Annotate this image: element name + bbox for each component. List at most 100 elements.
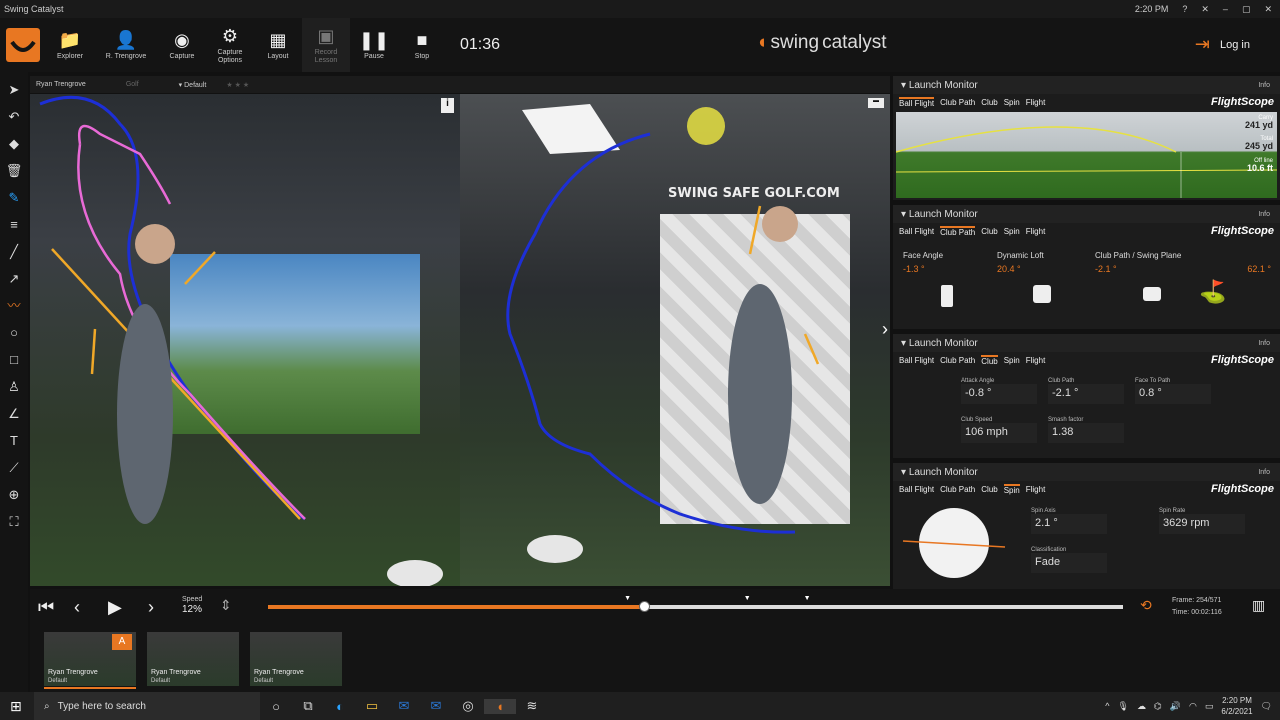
wifi-icon[interactable]: ◠ <box>1189 701 1197 712</box>
timeline-knob[interactable] <box>639 601 651 612</box>
tab-club-path[interactable]: Club Path <box>940 485 975 494</box>
user-button[interactable]: 👤 R. Trengrove <box>94 18 158 72</box>
play-icon[interactable]: ▶ <box>108 597 122 618</box>
tab-flight[interactable]: Flight <box>1026 227 1046 236</box>
tray-chevron-icon[interactable]: ^ <box>1105 701 1109 711</box>
tab-club-path[interactable]: Club Path <box>940 356 975 365</box>
crop-tool-icon[interactable]: ⛶ <box>9 512 18 531</box>
tab-flight[interactable]: Flight <box>1026 98 1046 107</box>
panel-info-button[interactable]: Info <box>1258 340 1270 347</box>
taskbar-clock[interactable]: 2:20 PM 6/2/2021 <box>1221 695 1252 717</box>
app-logo[interactable] <box>0 18 46 72</box>
timeline-marker[interactable]: ▼ <box>804 595 811 602</box>
layout-button[interactable]: ▦ Layout <box>254 18 302 72</box>
tab-ball-flight[interactable]: Ball Flight <box>899 227 934 236</box>
tab-club-path[interactable]: Club Path <box>940 225 976 237</box>
tab-spin[interactable]: Spin <box>1004 227 1020 236</box>
video-info-icon[interactable]: i <box>441 98 454 113</box>
dell-icon[interactable]: ◎ <box>452 698 484 714</box>
timeline-scrubber[interactable]: ▼ ▼ ▼ <box>268 595 1123 612</box>
maximize-button[interactable]: ▢ <box>1242 4 1251 15</box>
profile-dropdown[interactable]: ▾ Default <box>179 81 207 89</box>
swing-catalyst-taskbar-icon[interactable]: ◖ <box>484 698 516 714</box>
minimize-button[interactable]: – <box>1223 4 1228 14</box>
mail-icon[interactable]: ✉ <box>420 698 452 714</box>
edge-icon[interactable]: ◐ <box>324 699 356 714</box>
video-menu-icon[interactable]: ▬ <box>868 98 884 108</box>
skip-to-start-icon[interactable]: ⏮ <box>38 597 54 618</box>
panel-info-button[interactable]: Info <box>1258 469 1270 476</box>
app-icon[interactable]: ≋ <box>516 698 548 714</box>
line-tool-icon[interactable]: ╱ <box>10 242 18 261</box>
tools-button[interactable]: ✕ <box>1201 4 1209 15</box>
body-tool-icon[interactable]: ♙ <box>8 377 20 396</box>
tab-club[interactable]: Club <box>981 98 997 107</box>
next-video-icon[interactable]: › <box>882 319 888 340</box>
tab-club[interactable]: Club <box>981 485 997 494</box>
tab-ball-flight[interactable]: Ball Flight <box>899 485 934 494</box>
next-frame-icon[interactable]: › <box>148 597 154 618</box>
tab-spin[interactable]: Spin <box>1003 483 1020 495</box>
arrow-tool-icon[interactable]: ↗ <box>9 269 20 288</box>
trash-icon[interactable]: 🗑 <box>6 161 23 180</box>
angle-tool-icon[interactable]: ∠ <box>8 404 20 423</box>
volume-icon[interactable]: 🔊 <box>1170 701 1181 712</box>
line-width-icon[interactable]: ≡ <box>10 215 18 234</box>
rectangle-tool-icon[interactable]: □ <box>10 350 18 369</box>
thumbnail-item[interactable]: Ryan Trengrove Default <box>250 632 342 686</box>
notification-icon[interactable]: 🗨 <box>1261 701 1272 712</box>
video-view-face-on[interactable]: SWING SAFE GOLF.COM ▬ › <box>460 94 890 586</box>
cortana-icon[interactable]: ○ <box>260 699 292 714</box>
freehand-tool-icon[interactable]: 〰 <box>7 296 20 315</box>
onedrive-icon[interactable]: ☁ <box>1137 701 1146 712</box>
tab-spin[interactable]: Spin <box>1004 98 1020 107</box>
tab-club[interactable]: Club <box>981 227 997 236</box>
tab-ball-flight[interactable]: Ball Flight <box>899 356 934 365</box>
timeline-marker[interactable]: ▼ <box>624 595 631 602</box>
file-explorer-icon[interactable]: ▭ <box>356 698 388 714</box>
speed-slider-icon[interactable]: ⇕ <box>220 597 232 614</box>
task-view-icon[interactable]: ⧉ <box>292 698 324 714</box>
outlook-icon[interactable]: ✉ <box>388 698 420 714</box>
record-lesson-button[interactable]: ▣ Record Lesson <box>302 18 350 72</box>
zoom-tool-icon[interactable]: ⊕ <box>9 485 20 504</box>
tab-ball-flight[interactable]: Ball Flight <box>899 96 935 108</box>
tab-spin[interactable]: Spin <box>1004 356 1020 365</box>
circle-tool-icon[interactable]: ○ <box>10 323 18 342</box>
taskbar-search[interactable]: ⌕ Type here to search <box>34 692 260 720</box>
panel-info-button[interactable]: Info <box>1258 211 1270 218</box>
stop-button[interactable]: ■ Stop <box>398 18 446 72</box>
explorer-button[interactable]: 📁 Explorer <box>46 18 94 72</box>
rating-stars[interactable]: ★★★ <box>226 81 251 89</box>
pointer-icon[interactable]: ➤ <box>9 80 20 99</box>
library-icon[interactable]: ▥ <box>1252 597 1265 614</box>
capture-button[interactable]: ◉ Capture <box>158 18 206 72</box>
color-picker-icon[interactable]: ✎ <box>9 188 20 207</box>
text-tool-icon[interactable]: T <box>10 431 18 450</box>
help-button[interactable]: ? <box>1182 4 1187 14</box>
timeline-marker[interactable]: ▼ <box>744 595 751 602</box>
pause-button[interactable]: ❚❚ Pause <box>350 18 398 72</box>
tab-club-path[interactable]: Club Path <box>940 98 975 107</box>
loop-icon[interactable]: ⟲ <box>1140 597 1152 614</box>
windows-start-icon[interactable]: ⊞ <box>10 698 22 715</box>
network-icon[interactable]: ⌬ <box>1154 701 1162 712</box>
microphone-icon[interactable]: 🎙 <box>1118 701 1129 712</box>
tab-club[interactable]: Club <box>981 354 998 366</box>
player-name[interactable]: Ryan Trengrove <box>36 81 86 88</box>
close-button[interactable]: ✕ <box>1264 4 1272 15</box>
video-view-down-the-line[interactable]: i <box>30 94 460 586</box>
tab-flight[interactable]: Flight <box>1026 356 1046 365</box>
login-button[interactable]: ⇥ Log in <box>1195 34 1250 55</box>
thumbnail-item[interactable]: A Ryan Trengrove Default <box>44 632 136 689</box>
speed-control[interactable]: Speed 12% <box>182 595 202 616</box>
undo-icon[interactable]: ↶ <box>9 107 20 126</box>
measure-tool-icon[interactable]: ⟋ <box>9 458 18 477</box>
thumbnail-item[interactable]: Ryan Trengrove Default <box>147 632 239 686</box>
tab-flight[interactable]: Flight <box>1026 485 1046 494</box>
eraser-icon[interactable]: ◆ <box>9 134 19 153</box>
panel-info-button[interactable]: Info <box>1258 82 1270 89</box>
prev-frame-icon[interactable]: ‹ <box>74 597 80 618</box>
battery-icon[interactable]: ▭ <box>1205 701 1214 712</box>
capture-options-button[interactable]: ⚙ Capture Options <box>206 18 254 72</box>
